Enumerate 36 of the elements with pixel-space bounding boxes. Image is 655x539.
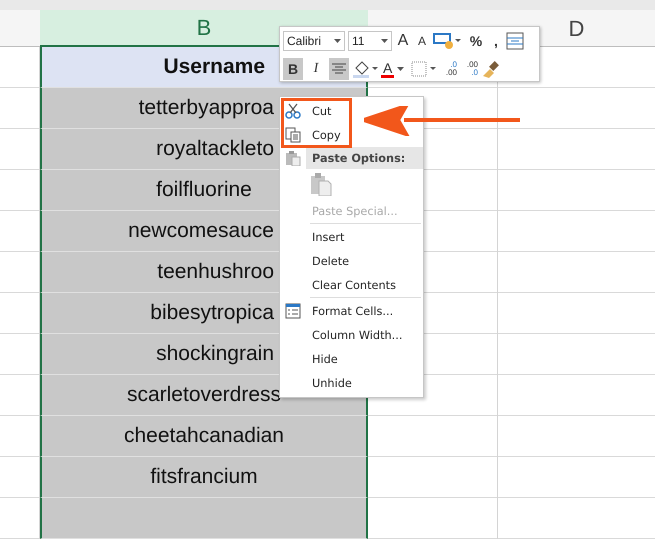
menu-item[interactable]: Copy (306, 128, 341, 142)
italic-button[interactable]: I (306, 58, 326, 80)
font-color-button[interactable]: A (381, 58, 407, 80)
menu-item[interactable]: Insert (306, 230, 344, 244)
dropdown-arrow-icon[interactable] (381, 39, 388, 43)
wrap-text-icon[interactable] (506, 32, 524, 50)
grow-font-button[interactable]: A (395, 30, 411, 52)
dropdown-arrow-icon[interactable] (397, 67, 404, 71)
bold-button[interactable]: B (283, 58, 303, 80)
menu-heading: Paste Options: (306, 147, 423, 169)
table-cell: fitsfrancium (40, 457, 368, 498)
table-cell: cheetahcanadian (40, 416, 368, 457)
shrink-font-button[interactable]: A (414, 30, 430, 52)
menu-item[interactable]: Unhide (306, 376, 352, 390)
fill-bucket-icon[interactable] (352, 59, 378, 79)
copy-icon[interactable] (285, 127, 301, 143)
column-header[interactable]: D (568, 16, 584, 42)
form-icon[interactable] (285, 303, 301, 319)
font-dropdown[interactable]: Calibri (283, 31, 345, 51)
money-icon[interactable] (433, 31, 463, 51)
comma-button[interactable]: , (489, 30, 503, 52)
arrow-icon (364, 106, 522, 136)
font-size-dropdown[interactable]: 11 (348, 31, 392, 51)
align-center-button[interactable] (329, 58, 349, 80)
borders-icon[interactable] (410, 59, 436, 79)
increase-decimal-button[interactable]: .0 .00 (439, 61, 457, 77)
paintbrush-icon[interactable] (481, 60, 499, 78)
percent-button[interactable]: % (466, 30, 486, 52)
scissors-icon[interactable] (285, 103, 301, 119)
menu-item[interactable]: Hide (306, 352, 338, 366)
align-center-icon (332, 63, 346, 75)
menu-item[interactable]: Delete (306, 254, 350, 268)
clipboard-icon (285, 150, 301, 166)
dropdown-arrow-icon[interactable] (334, 39, 341, 43)
decrease-decimal-button[interactable]: .00 .0 (460, 61, 478, 77)
menu-item[interactable]: Cut (306, 104, 332, 118)
